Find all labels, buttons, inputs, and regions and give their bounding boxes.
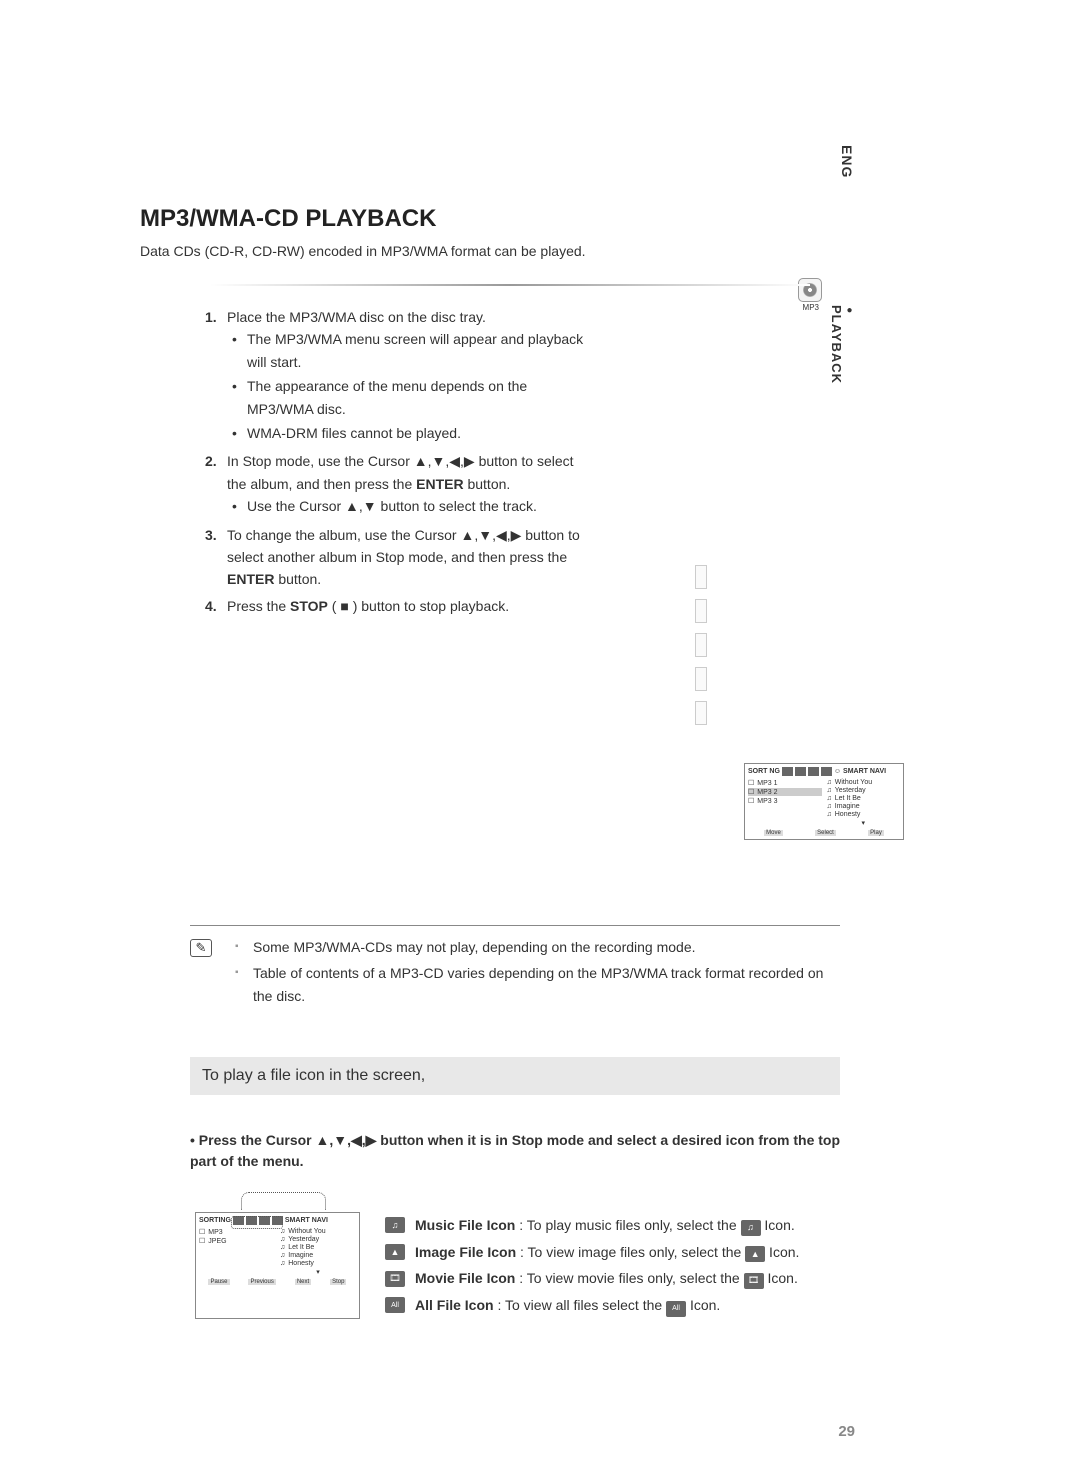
divider (210, 284, 810, 286)
legend-label: Image File Icon (415, 1244, 516, 1260)
movie-icon: 🎞 (744, 1273, 764, 1289)
track-label: Imagine (835, 803, 860, 810)
step-number: 1. (205, 306, 227, 446)
image-icon: ▲ (385, 1244, 405, 1260)
step-text: button. (274, 571, 321, 587)
music-chip-icon (782, 767, 793, 776)
music-icon: ♫ (385, 1217, 405, 1233)
track-label: Yesterday (288, 1236, 319, 1243)
bullet-text: The appearance of the menu depends on th… (247, 375, 585, 420)
step-text: ( ■ ) button to stop playback. (328, 598, 509, 614)
step-text: Place the MP3/WMA disc on the disc tray. (227, 309, 486, 325)
sub-heading: To play a file icon in the screen, (190, 1057, 840, 1095)
track-label: Imagine (288, 1252, 313, 1259)
ui-sort-label: SORTING (199, 1217, 231, 1224)
all-chip-icon (821, 767, 832, 776)
step-text: In Stop mode, use the Cursor ▲,▼,◀,▶ but… (227, 453, 574, 491)
divider (190, 925, 840, 926)
instruction-list: 1. Place the MP3/WMA disc on the disc tr… (205, 306, 585, 617)
legend-tail: Icon. (764, 1270, 798, 1286)
legend-text: : To view image files only, select the (516, 1244, 745, 1260)
language-tag: ENG (839, 145, 855, 178)
ui-footer-btn: Select (815, 830, 836, 836)
step-number: 2. (205, 450, 227, 519)
legend-label: Music File Icon (415, 1217, 515, 1233)
step-text: To change the album, use the Cursor ▲,▼,… (227, 527, 580, 565)
track-label: Honesty (835, 811, 861, 818)
ui-footer-btn: Stop (330, 1279, 346, 1285)
note-text: Some MP3/WMA-CDs may not play, depending… (253, 936, 696, 958)
track-label: Without You (288, 1228, 325, 1235)
folder-label: MP3 (208, 1229, 222, 1236)
ui-screenshot-2: SORTING SMART NAVI MP3 JPEG Without You … (195, 1212, 360, 1318)
enter-label: ENTER (416, 476, 463, 492)
legend-tail: Icon. (761, 1217, 795, 1233)
bullet-text: Use the Cursor ▲,▼ button to select the … (247, 495, 537, 517)
instruction-bold: • Press the Cursor ▲,▼,◀,▶ button when i… (190, 1130, 840, 1172)
page-title: MP3/WMA-CD PLAYBACK (140, 205, 860, 233)
ui-sort-label: SORT NG (748, 768, 780, 775)
legend-tail: Icon. (686, 1297, 720, 1313)
ui-smartnavi-label: SMART NAVI (285, 1217, 328, 1224)
step-number: 3. (205, 524, 227, 591)
movie-icon: 🎞 (385, 1271, 405, 1287)
subtitle: Data CDs (CD-R, CD-RW) encoded in MP3/WM… (140, 243, 860, 259)
all-icon: All (666, 1301, 686, 1317)
track-label: Yesterday (835, 787, 866, 794)
note-text: Table of contents of a MP3-CD varies dep… (253, 962, 840, 1007)
legend-text: : To view all files select the (494, 1297, 666, 1313)
music-icon: ♫ (741, 1220, 761, 1236)
step-number: 4. (205, 595, 227, 617)
legend-text: : To view movie files only, select the (515, 1270, 743, 1286)
legend-label: Movie File Icon (415, 1270, 515, 1286)
icon-legend: ♫ Music File Icon : To play music files … (385, 1212, 840, 1318)
image-chip-icon (795, 767, 806, 776)
ui-smartnavi-label: SMART NAVI (843, 768, 886, 775)
ui-footer-btn: Move (764, 830, 783, 836)
track-label: Let It Be (835, 795, 861, 802)
ui-screenshot-1: SORT NG ☺ SMART NAVI MP3 1 MP3 2 MP3 3 W… (744, 763, 904, 840)
ui-footer-btn: Pause (208, 1279, 229, 1285)
movie-chip-icon (808, 767, 819, 776)
note-icon: ✎ (190, 939, 212, 957)
bullet-text: The MP3/WMA menu screen will appear and … (247, 328, 585, 373)
folder-label: MP3 1 (757, 780, 777, 787)
folder-label: JPEG (208, 1238, 226, 1245)
legend-tail: Icon. (765, 1244, 799, 1260)
page-number: 29 (838, 1423, 855, 1440)
callout-box (231, 1216, 283, 1229)
step-text: button. (464, 476, 511, 492)
callout-line (241, 1192, 326, 1210)
all-icon: All (385, 1297, 405, 1313)
legend-label: All File Icon (415, 1297, 494, 1313)
track-label: Without You (835, 779, 872, 786)
bullet-text: WMA-DRM files cannot be played. (247, 422, 461, 444)
folder-label: MP3 2 (757, 789, 777, 796)
legend-text: : To play music files only, select the (515, 1217, 740, 1233)
ui-footer-btn: Next (295, 1279, 311, 1285)
folder-label: MP3 3 (757, 798, 777, 805)
enter-label: ENTER (227, 571, 274, 587)
side-strip (695, 565, 705, 725)
stop-label: STOP (290, 598, 328, 614)
track-label: Let It Be (288, 1244, 314, 1251)
ui-footer-btn: Previous (248, 1279, 275, 1285)
track-label: Honesty (288, 1260, 314, 1267)
image-icon: ▲ (745, 1246, 765, 1262)
step-text: Press the (227, 598, 290, 614)
ui-footer-btn: Play (868, 830, 884, 836)
